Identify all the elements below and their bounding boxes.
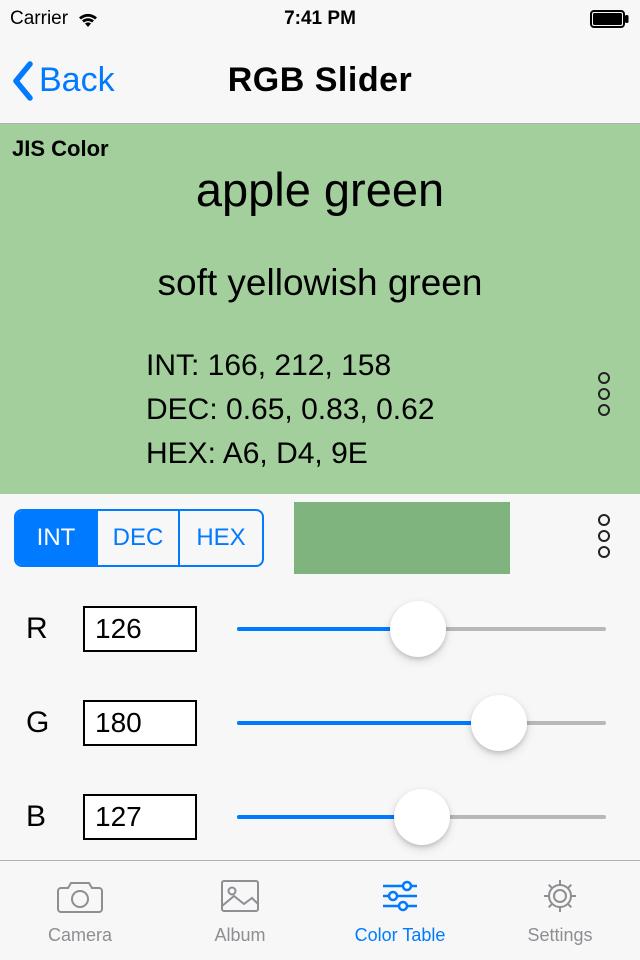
- page-title: RGB Slider: [228, 61, 412, 100]
- album-icon: [217, 876, 263, 921]
- tab-color-table[interactable]: Color Table: [320, 861, 480, 960]
- clock-label: 7:41 PM: [284, 8, 356, 30]
- chevron-left-icon: [10, 60, 35, 102]
- tab-settings[interactable]: Settings: [480, 861, 640, 960]
- channel-label-b: B: [14, 800, 59, 834]
- swatch: [294, 502, 510, 574]
- camera-icon: [57, 876, 103, 921]
- value-input-b[interactable]: [83, 794, 197, 840]
- more-icon[interactable]: [598, 514, 610, 558]
- channel-label-g: G: [14, 706, 59, 740]
- tab-album[interactable]: Album: [160, 861, 320, 960]
- mood-name: soft yellowish green: [0, 262, 640, 304]
- seg-hex[interactable]: HEX: [180, 511, 262, 565]
- seg-int[interactable]: INT: [16, 511, 98, 565]
- color-codes: INT: 166, 212, 158 DEC: 0.65, 0.83, 0.62…: [146, 344, 640, 476]
- wifi-icon: [76, 10, 100, 28]
- tab-label: Color Table: [355, 925, 446, 946]
- slider-g[interactable]: [237, 703, 606, 743]
- int-line: INT: 166, 212, 158: [146, 344, 640, 388]
- dec-line: DEC: 0.65, 0.83, 0.62: [146, 388, 640, 432]
- panel-label: JIS Color: [12, 136, 640, 162]
- control-row: INT DEC HEX: [0, 494, 640, 582]
- status-bar: Carrier 7:41 PM: [0, 0, 640, 38]
- value-input-g[interactable]: [83, 700, 197, 746]
- color-name: apple green: [0, 162, 640, 217]
- sliders-group: R G B: [0, 582, 640, 864]
- more-icon[interactable]: [598, 372, 610, 416]
- nav-bar: Back RGB Slider: [0, 38, 640, 124]
- back-label: Back: [39, 61, 115, 100]
- slider-row-g: G: [14, 676, 626, 770]
- tab-camera[interactable]: Camera: [0, 861, 160, 960]
- color-preview-panel: JIS Color apple green soft yellowish gre…: [0, 124, 640, 494]
- gear-icon: [537, 876, 583, 921]
- tab-label: Album: [214, 925, 265, 946]
- value-input-r[interactable]: [83, 606, 197, 652]
- back-button[interactable]: Back: [0, 60, 115, 102]
- slider-b[interactable]: [237, 797, 606, 837]
- format-segmented-control: INT DEC HEX: [14, 509, 264, 567]
- slider-r[interactable]: [237, 609, 606, 649]
- hex-line: HEX: A6, D4, 9E: [146, 432, 640, 476]
- tab-label: Settings: [527, 925, 592, 946]
- seg-dec[interactable]: DEC: [98, 511, 180, 565]
- battery-icon: [590, 10, 630, 28]
- sliders-icon: [377, 876, 423, 921]
- slider-row-r: R: [14, 582, 626, 676]
- tab-bar: Camera Album Color Table Settings: [0, 860, 640, 960]
- carrier-label: Carrier: [10, 8, 68, 30]
- tab-label: Camera: [48, 925, 112, 946]
- channel-label-r: R: [14, 612, 59, 646]
- slider-row-b: B: [14, 770, 626, 864]
